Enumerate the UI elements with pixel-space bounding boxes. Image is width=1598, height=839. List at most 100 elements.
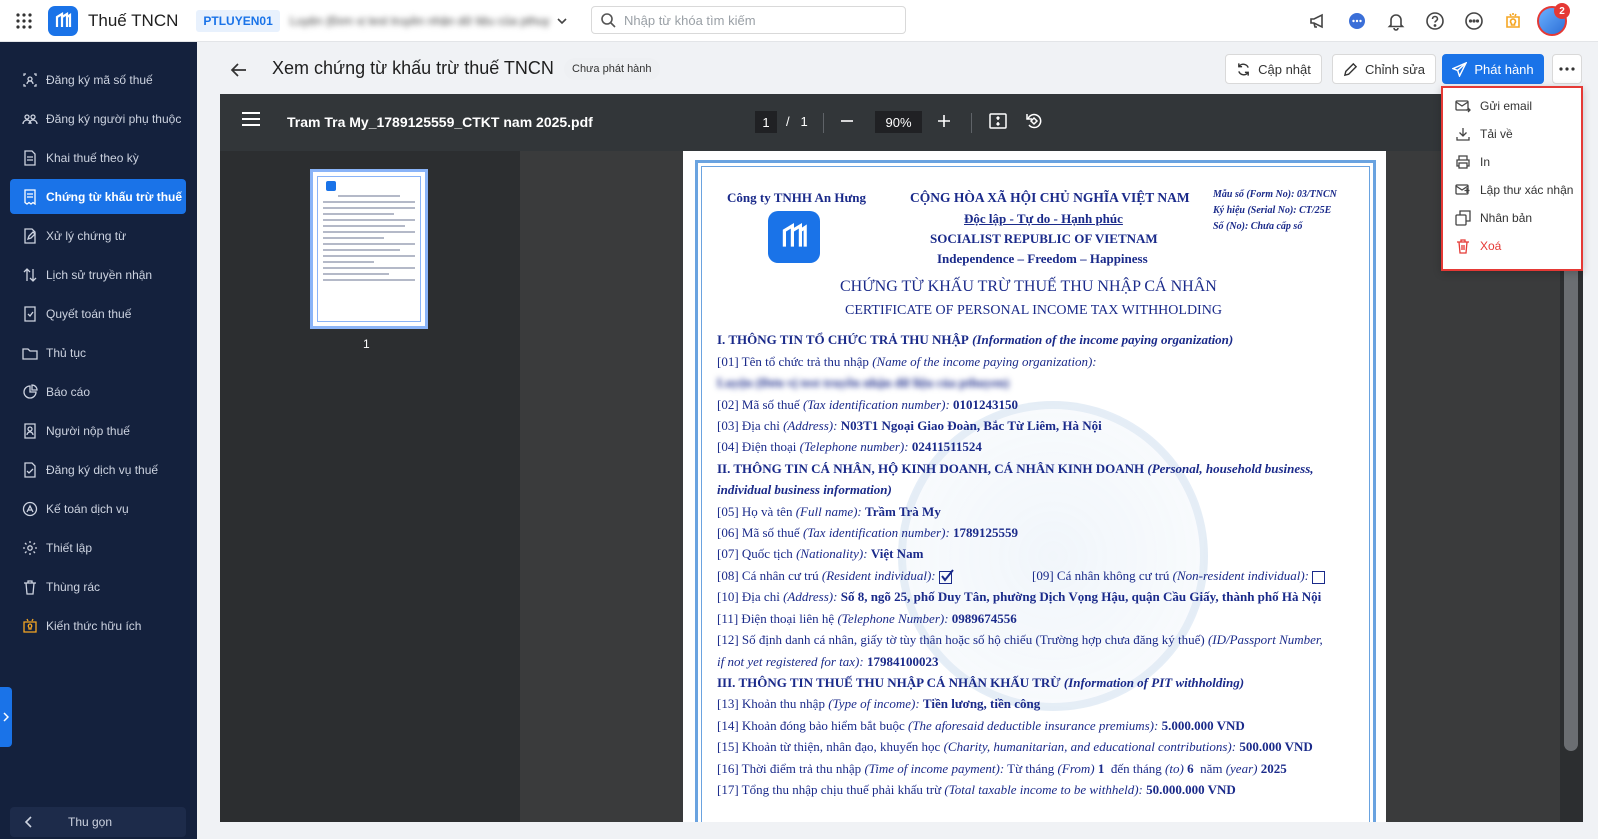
sidebar-item-label: Đăng ký mã số thuế xyxy=(46,72,153,87)
org-name[interactable]: Luyện (Đơn vị test truyền nhận dữ liệu c… xyxy=(290,14,550,28)
user-avatar[interactable]: 2 xyxy=(1537,3,1570,36)
sidebar-item-kien-thuc-huu-ich[interactable]: Kiến thức hữu ích xyxy=(10,608,186,643)
collapse-sidebar-button[interactable]: Thu gọn xyxy=(10,807,186,837)
back-button[interactable] xyxy=(227,58,251,82)
menu-item-label: Lập thư xác nhận xyxy=(1480,183,1574,197)
menu-item-send-email[interactable]: Gửi email xyxy=(1455,94,1532,118)
sidebar-item-thung-rac[interactable]: Thùng rác xyxy=(10,569,186,604)
sidebar-item-xu-ly-chung-tu[interactable]: Xử lý chứng từ xyxy=(10,218,186,253)
logo-icon xyxy=(55,11,72,27)
field-15-label: [15] Khoản từ thiện, nhân đạo, khuyến họ… xyxy=(717,739,941,754)
page-thumbnail[interactable] xyxy=(310,169,428,329)
sidebar-item-chung-tu-khau-tru-thue[interactable]: Chứng từ khấu trừ thuế xyxy=(10,179,186,214)
trash-icon xyxy=(24,579,36,595)
field-16-year-value: 2025 xyxy=(1260,761,1287,776)
thumbnail-panel: 1 xyxy=(220,151,520,822)
grid-icon xyxy=(16,12,32,29)
menu-item-confirmation-letter[interactable]: Lập thư xác nhận xyxy=(1455,178,1573,202)
nation-heading-en: SOCIALIST REPUBLIC OF VIETNAM xyxy=(930,231,1158,246)
menu-item-download[interactable]: Tải về xyxy=(1455,122,1513,146)
sidebar-item-label: Kiến thức hữu ích xyxy=(46,618,142,633)
field-01-label: [01] Tên tổ chức trả thu nhập xyxy=(717,354,869,369)
thumbnail-line xyxy=(323,273,390,275)
thumbnail-line xyxy=(338,195,400,197)
taxpayer-icon xyxy=(24,422,36,439)
sidebar-item-khai-thue-theo-ky[interactable]: Khai thuế theo kỳ xyxy=(10,140,186,175)
field-03-label-en: (Address): xyxy=(783,418,838,433)
fit-page-button[interactable] xyxy=(988,111,1008,131)
thumbnail-page-number: 1 xyxy=(363,337,370,351)
field-04-label: [04] Điện thoại xyxy=(717,439,797,454)
form-number: Mẫu số (Form No): 03/TNCN xyxy=(1213,189,1337,200)
ellipsis-circle-icon xyxy=(1465,12,1483,30)
sidebar-item-lich-su-truyen-nhan[interactable]: Lịch sử truyền nhận xyxy=(10,257,186,292)
zoom-out-button[interactable] xyxy=(839,113,855,129)
sidebar-item-nguoi-nop-thue[interactable]: Người nộp thuế xyxy=(10,413,186,448)
edit-button[interactable]: Chỉnh sửa xyxy=(1332,54,1436,84)
sidebar-item-label: Lịch sử truyền nhận xyxy=(46,267,153,282)
field-16-year-en: (year) xyxy=(1225,761,1258,776)
app-grid-button[interactable] xyxy=(0,0,48,42)
thumbnail-line xyxy=(323,219,415,221)
page-title: Xem chứng từ khấu trừ thuế TNCN xyxy=(272,58,554,78)
notification-button[interactable] xyxy=(1381,6,1411,36)
pdf-menu-button[interactable] xyxy=(242,112,260,126)
sidebar-item-ke-toan-dich-vu[interactable]: Kế toán dịch vụ xyxy=(10,491,186,526)
serial-number: Ký hiệu (Serial No): CT/25E xyxy=(1213,205,1332,216)
sidebar-item-thu-tuc[interactable]: Thủ tục xyxy=(10,335,186,370)
menu-item-delete[interactable]: Xoá xyxy=(1455,234,1501,258)
field-16-label-en: (Time of income payment): xyxy=(864,761,1005,776)
rotate-button[interactable] xyxy=(1024,111,1044,131)
scrollbar-thumb[interactable] xyxy=(1564,191,1578,751)
sidebar: Đăng ký mã số thuế Đăng ký người phụ thu… xyxy=(0,42,197,839)
company-logo xyxy=(768,211,820,263)
sidebar-item-quyet-toan-thue[interactable]: Quyết toán thuế xyxy=(10,296,186,331)
more-actions-menu: Gửi email Tải về In Lập thư xác nhận Nhâ… xyxy=(1441,86,1583,271)
expand-panel-tab[interactable] xyxy=(0,687,12,747)
menu-item-print[interactable]: In xyxy=(1455,150,1490,174)
menu-item-label: In xyxy=(1480,155,1491,169)
pdf-file-name: Tram Tra My_1789125559_CTKT nam 2025.pdf xyxy=(287,114,593,130)
field-01-label-en: (Name of the income paying organization)… xyxy=(872,354,1097,369)
field-13-label-en: (Type of income): xyxy=(828,696,920,711)
thumbnail-logo xyxy=(326,181,336,191)
pdf-viewer: Tram Tra My_1789125559_CTKT nam 2025.pdf… xyxy=(220,94,1583,822)
app-title: Thuế TNCN xyxy=(88,10,179,30)
menu-item-duplicate[interactable]: Nhân bản xyxy=(1455,206,1532,230)
zoom-level-input[interactable]: 90% xyxy=(875,111,922,133)
sidebar-item-dang-ky-ma-so-thue[interactable]: Đăng ký mã số thuế xyxy=(10,62,186,97)
field-07-label: [07] Quốc tịch xyxy=(717,546,793,561)
publish-button[interactable]: Phát hành xyxy=(1442,54,1544,84)
chat-button[interactable] xyxy=(1342,6,1372,36)
knowledge-icon xyxy=(23,618,37,633)
more-apps-button[interactable] xyxy=(1459,6,1489,36)
thumbnail-line xyxy=(323,201,415,203)
field-16-from-value: 1 xyxy=(1097,761,1105,776)
search-box[interactable] xyxy=(591,6,906,34)
sidebar-item-bao-cao[interactable]: Báo cáo xyxy=(10,374,186,409)
printer-icon xyxy=(1456,155,1470,169)
pencil-icon xyxy=(1343,62,1358,76)
announcement-button[interactable] xyxy=(1303,6,1333,36)
org-code[interactable]: PTLUYEN01 xyxy=(196,9,280,32)
collapse-label: Thu gọn xyxy=(68,815,113,829)
current-page-input[interactable]: 1 xyxy=(755,111,777,133)
menu-item-label: Nhân bản xyxy=(1480,211,1533,225)
document-area: Công ty TNHH An Hưng CỘNG HÒA XÃ HỘI CHỦ… xyxy=(520,151,1560,822)
sidebar-item-dang-ky-nguoi-phu-thuoc[interactable]: Đăng ký người phụ thuộc xyxy=(10,101,186,136)
more-actions-button[interactable] xyxy=(1552,54,1582,84)
sidebar-item-thiet-lap[interactable]: Thiết lập xyxy=(10,530,186,565)
search-input[interactable] xyxy=(624,12,894,28)
field-09-label: [09] Cá nhân không cư trú xyxy=(1032,568,1170,583)
org-dropdown-button[interactable] xyxy=(556,15,568,27)
knowledge-button[interactable] xyxy=(1498,6,1528,36)
zoom-in-button[interactable] xyxy=(936,113,952,129)
sidebar-item-dang-ky-dich-vu-thue[interactable]: Đăng ký dịch vụ thuế xyxy=(10,452,186,487)
help-button[interactable] xyxy=(1420,6,1450,36)
publish-label: Phát hành xyxy=(1474,61,1534,77)
field-10-value: Số 8, ngõ 25, phố Duy Tân, phường Dịch V… xyxy=(840,589,1322,604)
thumbnail-line xyxy=(323,255,415,257)
sidebar-item-label: Xử lý chứng từ xyxy=(46,228,127,243)
field-04-value: 02411511524 xyxy=(911,439,982,454)
update-button[interactable]: Cập nhật xyxy=(1225,54,1322,84)
